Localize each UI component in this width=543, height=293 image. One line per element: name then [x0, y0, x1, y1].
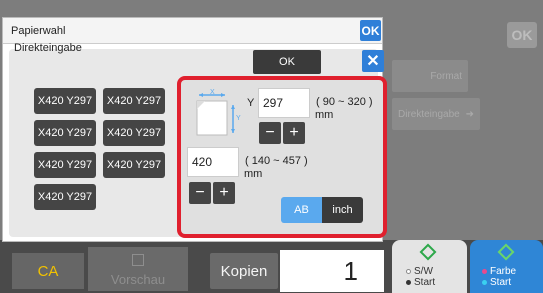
y-axis-label: Y [247, 97, 255, 109]
preview-icon [132, 254, 144, 266]
dialog-header: Papierwahl OK [3, 18, 382, 44]
y-value-input[interactable]: 297 [258, 88, 310, 118]
arrow-right-icon: ➜ [465, 108, 474, 120]
background-direct-field: Direkteingabe ➜ [392, 98, 480, 130]
y-range-label: ( 90 ~ 320 ) [316, 96, 373, 108]
svg-text:X: X [210, 89, 215, 96]
y-decrement-button[interactable]: − [259, 122, 281, 144]
close-icon[interactable]: ✕ [362, 50, 384, 72]
background-direct-label: Direkteingabe [398, 108, 460, 120]
indicator-dot [406, 279, 411, 285]
dialog-title: Papierwahl [11, 25, 66, 37]
x-range-label: ( 140 ~ 457 ) [245, 155, 308, 167]
paper-size-icon: X Y [196, 89, 241, 136]
x-unit-label: mm [244, 168, 263, 180]
dialog-ok-button[interactable]: OK [360, 20, 381, 41]
indicator-dot [406, 268, 411, 274]
indicator-dot [482, 279, 487, 285]
copies-count[interactable]: 1 [280, 250, 384, 292]
background-ok-button: OK [507, 22, 537, 48]
y-increment-button[interactable]: + [283, 122, 305, 144]
start-icon [497, 243, 515, 261]
x-increment-button[interactable]: + [213, 182, 235, 204]
preview-label: Vorschau [110, 272, 166, 287]
start-bw-button[interactable]: S/W Start [392, 240, 467, 293]
copies-button[interactable]: Kopien [210, 253, 278, 289]
unit-ab-button[interactable]: AB [281, 197, 322, 223]
size-button[interactable]: X420 Y297 [34, 152, 96, 178]
direct-entry-title: Direkteingabe [14, 42, 82, 54]
start-color-button[interactable]: Farbe Start [470, 240, 543, 293]
clear-all-button[interactable]: CA [12, 253, 84, 289]
unit-inch-button[interactable]: inch [322, 197, 363, 223]
direct-entry-ok-button[interactable]: OK [253, 50, 321, 74]
size-button[interactable]: X420 Y297 [103, 120, 165, 146]
size-button[interactable]: X420 Y297 [34, 184, 96, 210]
start-color-label: Farbe Start [482, 266, 516, 288]
x-decrement-button[interactable]: − [189, 182, 211, 204]
size-button[interactable]: X420 Y297 [103, 88, 165, 114]
start-bw-label: S/W Start [406, 266, 435, 288]
size-button[interactable]: X420 Y297 [34, 88, 96, 114]
unit-toggle: AB inch [281, 197, 363, 223]
x-value-input[interactable]: 420 [187, 147, 239, 177]
y-unit-label: mm [315, 109, 334, 121]
svg-text:Y: Y [236, 115, 241, 122]
preview-button: Vorschau [88, 247, 188, 291]
start-icon [419, 243, 437, 261]
size-button[interactable]: X420 Y297 [103, 152, 165, 178]
indicator-dot [482, 268, 487, 274]
background-format-field: Format [392, 60, 468, 92]
size-button[interactable]: X420 Y297 [34, 120, 96, 146]
